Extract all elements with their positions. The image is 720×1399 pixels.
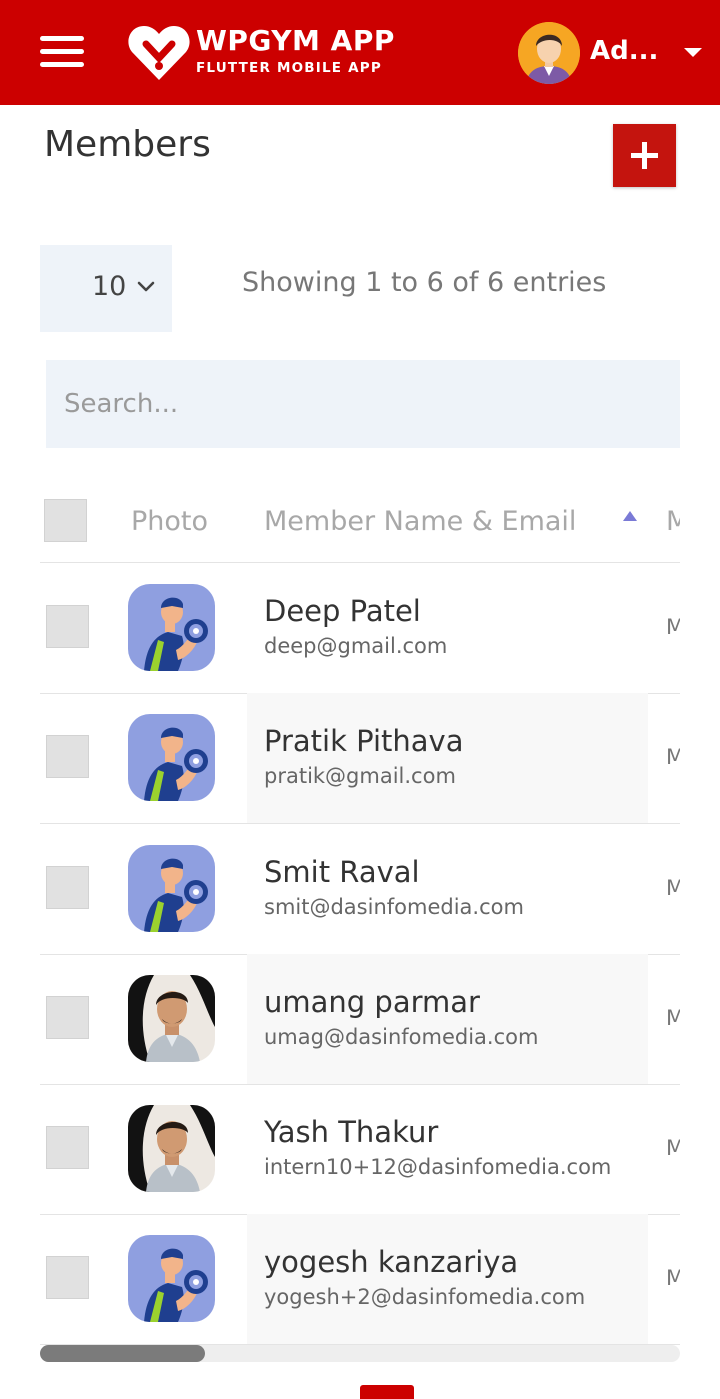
next-column-cell: M (666, 1136, 680, 1160)
user-avatar[interactable] (518, 22, 580, 84)
table-header: Photo Member Name & Email M (40, 480, 680, 563)
row-checkbox[interactable] (46, 996, 89, 1039)
user-name[interactable]: Ad... (590, 36, 658, 66)
entries-info: Showing 1 to 6 of 6 entries (242, 267, 607, 298)
member-photo (128, 1105, 215, 1192)
add-member-button[interactable] (613, 124, 676, 187)
table-row[interactable]: Smit Raval smit@dasinfomedia.com M (40, 824, 680, 955)
row-checkbox[interactable] (46, 1126, 89, 1169)
member-name[interactable]: yogesh kanzariya (264, 1245, 518, 1279)
next-column-cell: M (666, 615, 680, 639)
app-subtitle: FLUTTER MOBILE APP (196, 60, 382, 76)
chevron-down-icon (137, 281, 155, 292)
table-row[interactable]: Deep Patel deep@gmail.com M (40, 563, 680, 694)
select-all-checkbox[interactable] (44, 499, 87, 542)
row-checkbox[interactable] (46, 866, 89, 909)
sort-ascending-icon[interactable] (623, 511, 637, 521)
app-bar: WPGYM APP FLUTTER MOBILE APP Ad... (0, 0, 720, 105)
member-email: pratik@gmail.com (264, 764, 456, 788)
page-length-select[interactable]: 10 (40, 245, 172, 332)
member-name[interactable]: Pratik Pithava (264, 724, 463, 758)
wpgym-logo-icon (128, 26, 190, 80)
members-table: Photo Member Name & Email M Deep Patel d… (40, 480, 680, 1345)
member-name[interactable]: umang parmar (264, 985, 480, 1019)
member-email: deep@gmail.com (264, 634, 448, 658)
member-name[interactable]: Deep Patel (264, 594, 421, 628)
next-column-cell: M (666, 876, 680, 900)
member-name[interactable]: Smit Raval (264, 855, 420, 889)
member-avatar (128, 845, 215, 932)
member-avatar (128, 714, 215, 801)
scrollbar-thumb[interactable] (40, 1345, 205, 1362)
member-avatar (128, 584, 215, 671)
table-row[interactable]: umang parmar umag@dasinfomedia.com M (40, 954, 680, 1085)
app-title: WPGYM APP (196, 24, 395, 57)
next-column-cell: M (666, 1006, 680, 1030)
member-photo (128, 975, 215, 1062)
hamburger-menu-icon[interactable] (40, 36, 84, 68)
column-header-photo[interactable]: Photo (131, 506, 208, 537)
search-input[interactable] (46, 360, 680, 448)
member-email: smit@dasinfomedia.com (264, 895, 524, 919)
member-avatar (128, 1235, 215, 1322)
row-checkbox[interactable] (46, 605, 89, 648)
horizontal-scrollbar[interactable] (40, 1345, 680, 1362)
member-email: yogesh+2@dasinfomedia.com (264, 1285, 586, 1309)
column-header-next[interactable]: M (666, 506, 680, 537)
member-name[interactable]: Yash Thakur (264, 1115, 438, 1149)
column-header-name-email[interactable]: Member Name & Email (264, 506, 576, 537)
row-checkbox[interactable] (46, 735, 89, 778)
pagination-current-page-button[interactable] (360, 1385, 414, 1399)
table-row[interactable]: Yash Thakur intern10+12@dasinfomedia.com… (40, 1084, 680, 1215)
caret-down-icon[interactable] (684, 48, 702, 57)
table-row[interactable]: yogesh kanzariya yogesh+2@dasinfomedia.c… (40, 1214, 680, 1345)
next-column-cell: M (666, 745, 680, 769)
page-length-value: 10 (92, 271, 127, 302)
member-email: umag@dasinfomedia.com (264, 1025, 539, 1049)
row-checkbox[interactable] (46, 1256, 89, 1299)
table-row[interactable]: Pratik Pithava pratik@gmail.com M (40, 693, 680, 824)
page-title: Members (44, 124, 211, 165)
member-email: intern10+12@dasinfomedia.com (264, 1155, 612, 1179)
next-column-cell: M (666, 1266, 680, 1290)
